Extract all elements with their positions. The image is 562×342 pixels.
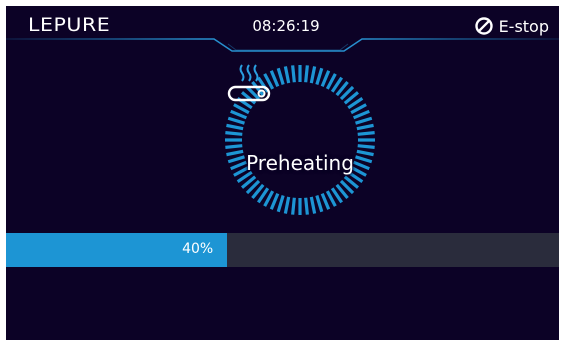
- e-stop-label: E-stop: [498, 16, 549, 36]
- status-label: Preheating: [246, 151, 354, 175]
- ring-tick: [315, 195, 324, 213]
- brand-logo: LEPURE: [28, 14, 111, 36]
- progress-percent: 40%: [182, 241, 214, 257]
- ring-tick: [352, 109, 370, 120]
- ring-tick: [283, 196, 291, 214]
- ring-tick: [226, 123, 244, 131]
- ring-tick: [357, 144, 375, 149]
- ring-tick: [309, 66, 317, 84]
- heater-icon: [227, 64, 271, 102]
- ring-tick: [355, 116, 373, 125]
- ring-tick: [320, 192, 331, 210]
- preheat-indicator: Preheating: [223, 63, 377, 217]
- progress-bar: 40%: [6, 233, 559, 267]
- ring-tick: [309, 196, 317, 214]
- ring-tick: [356, 123, 374, 131]
- ring-tick: [304, 65, 309, 83]
- progress-fill: 40%: [6, 233, 228, 267]
- ring-tick: [304, 197, 309, 215]
- ring-tick: [315, 67, 324, 85]
- top-bar: LEPURE 08:26:19 E-stop: [6, 6, 559, 52]
- ring-tick: [291, 197, 296, 215]
- ring-tick: [225, 131, 243, 136]
- e-stop-button[interactable]: E-stop: [474, 13, 549, 39]
- ring-tick: [227, 116, 245, 125]
- ring-tick: [291, 65, 296, 83]
- ring-tick: [320, 70, 331, 88]
- ring-tick: [269, 192, 280, 210]
- prohibited-icon: [474, 17, 493, 35]
- clock-time: 08:26:19: [252, 17, 320, 35]
- ring-tick: [357, 131, 375, 136]
- ring-tick: [276, 195, 285, 213]
- ring-tick: [225, 144, 243, 149]
- ring-tick: [283, 66, 291, 84]
- device-screen: LEPURE 08:26:19 E-stop Preheating 40%: [6, 6, 559, 340]
- ring-tick: [276, 67, 285, 85]
